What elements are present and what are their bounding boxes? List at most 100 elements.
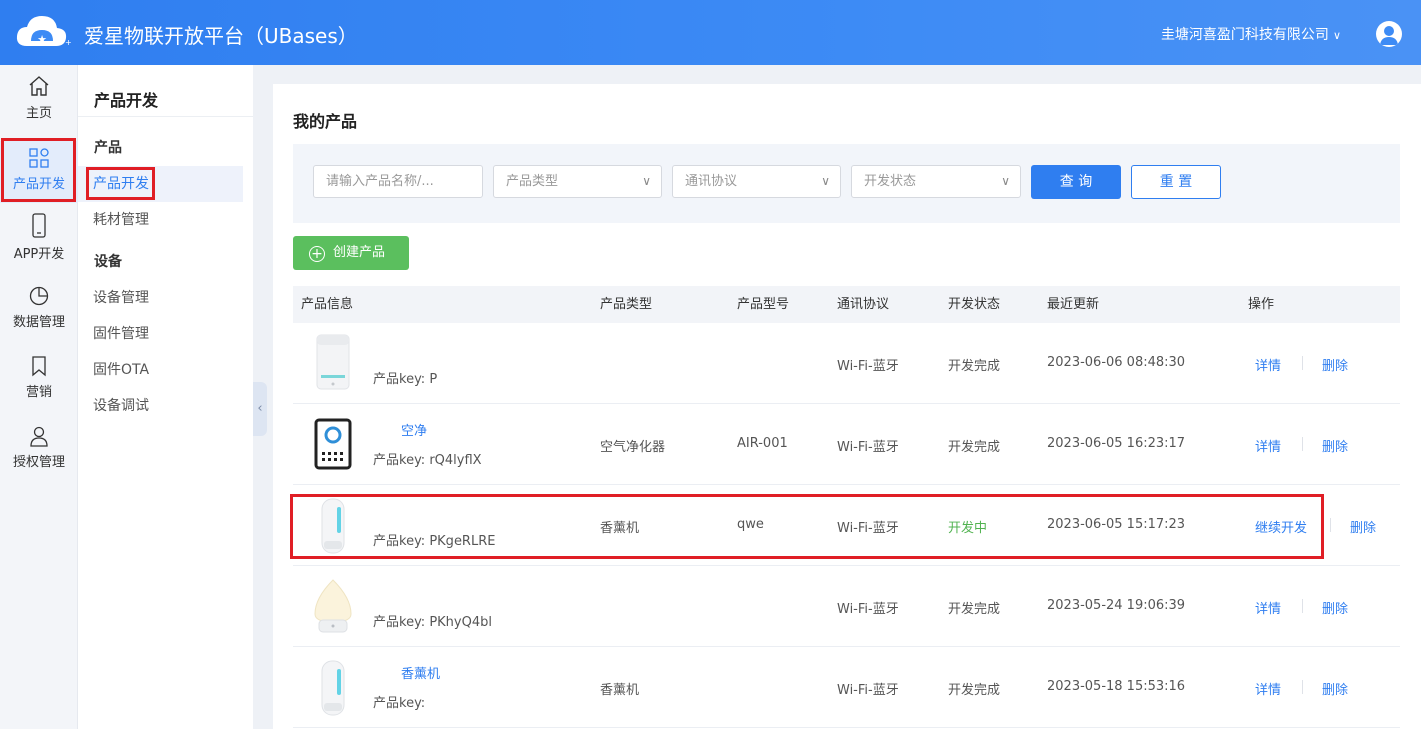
rail-label: 数据管理	[12, 315, 65, 330]
select-placeholder: 开发状态	[864, 174, 917, 189]
product-type: 空气净化器	[600, 440, 666, 455]
highlight-box	[86, 167, 155, 200]
cloud-logo-icon[interactable]: ★ +	[13, 10, 71, 54]
col-last-updated: 最近更新	[1047, 297, 1100, 312]
diffuser-thumbnail	[321, 660, 345, 716]
dev-status: 开发完成	[948, 440, 1001, 455]
bookmark-icon	[32, 356, 46, 377]
rail-item-marketing[interactable]: 营销	[0, 353, 78, 415]
company-switcher[interactable]: 圭塘河喜盈门科技有限公司 ∨	[1161, 24, 1341, 44]
product-model: AIR-001	[737, 436, 788, 451]
table-row: 产品key: PKhyQ4bl Wi-Fi-蓝牙 开发完成 2023-05-24…	[293, 566, 1400, 647]
product-name[interactable]: 香薰机	[401, 663, 440, 682]
chevron-left-icon: ‹	[257, 401, 263, 416]
chevron-down-icon: ∨	[642, 174, 651, 188]
collapse-toggle[interactable]: ‹	[253, 382, 267, 436]
product-name[interactable]: 空净	[401, 420, 427, 439]
details-link[interactable]: 详情	[1255, 436, 1281, 455]
protocol: Wi-Fi-蓝牙	[837, 440, 899, 455]
user-avatar-icon	[1380, 26, 1398, 45]
last-updated: 2023-06-06 08:48:30	[1047, 355, 1186, 370]
divider	[78, 116, 253, 117]
product-type-select[interactable]: 产品类型 ∨	[493, 165, 662, 198]
select-placeholder: 产品类型	[506, 174, 559, 189]
aroma-lamp-thumbnail	[314, 579, 352, 633]
divider	[1302, 356, 1303, 370]
create-product-label: 创建产品	[333, 245, 386, 260]
page-title: 我的产品	[293, 112, 358, 131]
delete-link[interactable]: 删除	[1322, 436, 1348, 455]
table-header: 产品信息 产品类型 产品型号 通讯协议 开发状态 最近更新 操作	[293, 286, 1400, 323]
protocol: Wi-Fi-蓝牙	[837, 683, 899, 698]
user-icon	[30, 426, 48, 447]
reset-button[interactable]: 重 置	[1131, 165, 1221, 199]
submenu-group-product: 产品	[94, 140, 122, 156]
divider	[1302, 437, 1303, 451]
top-header: ★ + 爱星物联开放平台（UBases） 圭塘河喜盈门科技有限公司 ∨	[0, 0, 1421, 65]
svg-text:★: ★	[37, 33, 47, 46]
divider	[1302, 599, 1303, 613]
submenu-item-firmware-ota[interactable]: 固件OTA	[78, 352, 243, 388]
status-select[interactable]: 开发状态 ∨	[851, 165, 1021, 198]
submenu-panel: 产品开发 产品 产品开发 耗材管理 设备 设备管理 固件管理 固件OTA 设备调…	[78, 65, 253, 729]
product-key: 产品key: P	[373, 372, 438, 387]
rail-label: 营销	[25, 385, 52, 400]
product-key: 产品key: rQ4lyflX	[373, 453, 482, 468]
divider	[1302, 680, 1303, 694]
dev-status: 开发完成	[948, 602, 1001, 617]
details-link[interactable]: 详情	[1255, 598, 1281, 617]
col-product-model: 产品型号	[737, 297, 790, 312]
col-actions: 操作	[1248, 297, 1275, 312]
col-product-type: 产品类型	[600, 297, 653, 312]
submenu-item-consumables[interactable]: 耗材管理	[78, 202, 243, 238]
app-title: 爱星物联开放平台（UBases）	[84, 24, 358, 48]
divider	[1330, 518, 1331, 532]
table-row: 空净 产品key: rQ4lyflX 空气净化器 AIR-001 Wi-Fi-蓝…	[293, 404, 1400, 485]
rail-item-app-dev[interactable]: APP开发	[0, 213, 78, 275]
select-placeholder: 通讯协议	[685, 174, 738, 189]
delete-link[interactable]: 删除	[1350, 517, 1376, 536]
filter-bar: 请输入产品名称/... 产品类型 ∨ 通讯协议 ∨ 开发状态 ∨ 查 询 重 置	[293, 144, 1400, 223]
protocol: Wi-Fi-蓝牙	[837, 359, 899, 374]
submenu-group-device: 设备	[94, 254, 122, 270]
product-type: 香薰机	[600, 683, 640, 698]
highlight-box	[290, 494, 1324, 559]
chevron-down-icon: ∨	[1332, 29, 1341, 42]
col-protocol: 通讯协议	[837, 297, 890, 312]
rail-item-home[interactable]: 主页	[0, 71, 78, 133]
home-icon	[29, 76, 49, 96]
dev-status: 开发完成	[948, 359, 1001, 374]
rail-label: APP开发	[13, 247, 65, 262]
phone-icon	[32, 213, 46, 238]
protocol: Wi-Fi-蓝牙	[837, 602, 899, 617]
submenu-item-device-debug[interactable]: 设备调试	[78, 388, 243, 424]
submenu-title: 产品开发	[94, 91, 159, 110]
rail-item-data-mgmt[interactable]: 数据管理	[0, 283, 78, 345]
dev-status: 开发完成	[948, 683, 1001, 698]
submenu-item-device-mgmt[interactable]: 设备管理	[78, 280, 243, 316]
protocol-select[interactable]: 通讯协议 ∨	[672, 165, 841, 198]
last-updated: 2023-05-24 19:06:39	[1047, 598, 1186, 613]
last-updated: 2023-05-18 15:53:16	[1047, 679, 1186, 694]
search-input[interactable]: 请输入产品名称/...	[313, 165, 483, 198]
rail-item-auth-mgmt[interactable]: 授权管理	[0, 423, 78, 485]
create-product-button[interactable]: + 创建产品	[293, 236, 409, 270]
query-button[interactable]: 查 询	[1031, 165, 1121, 199]
submenu-item-firmware-mgmt[interactable]: 固件管理	[78, 316, 243, 352]
delete-link[interactable]: 删除	[1322, 598, 1348, 617]
company-name: 圭塘河喜盈门科技有限公司	[1160, 27, 1329, 43]
col-product-info: 产品信息	[301, 297, 354, 312]
delete-link[interactable]: 删除	[1322, 679, 1348, 698]
avatar[interactable]	[1376, 21, 1402, 47]
chevron-down-icon: ∨	[1001, 174, 1010, 188]
delete-link[interactable]: 删除	[1322, 355, 1348, 374]
product-key: 产品key: PKhyQ4bl	[373, 615, 492, 630]
product-card: 我的产品 请输入产品名称/... 产品类型 ∨ 通讯协议 ∨ 开发状态 ∨ 查 询 重…	[273, 84, 1421, 729]
svg-text:+: +	[65, 38, 71, 47]
air-purifier-thumbnail	[314, 418, 352, 470]
details-link[interactable]: 详情	[1255, 355, 1281, 374]
details-link[interactable]: 详情	[1255, 679, 1281, 698]
pie-chart-icon	[29, 286, 49, 306]
table-row: 香薰机 产品key: 香薰机 Wi-Fi-蓝牙 开发完成 2023-05-18 …	[293, 647, 1400, 728]
last-updated: 2023-06-05 16:23:17	[1047, 436, 1186, 451]
